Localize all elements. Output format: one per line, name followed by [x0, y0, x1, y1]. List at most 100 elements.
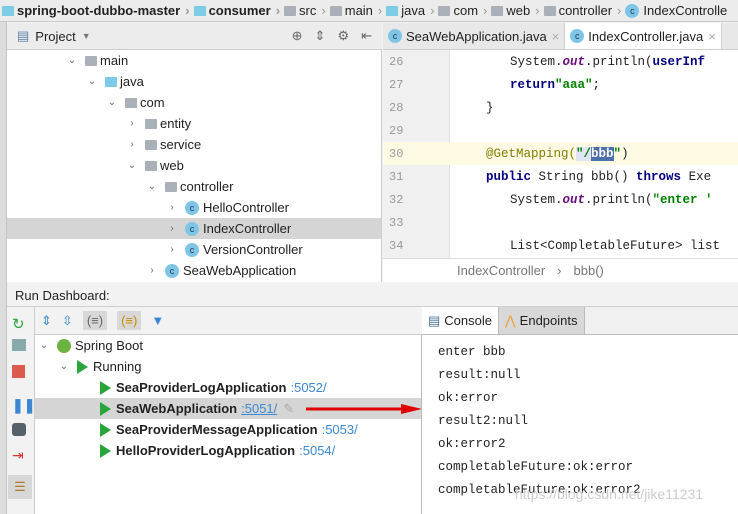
tree-item[interactable]: › c VersionController	[7, 239, 381, 260]
port-link[interactable]: :5053/	[322, 422, 358, 437]
project-view-icon: ▤	[17, 28, 30, 43]
group-running[interactable]: ⌄ Running	[35, 356, 421, 377]
crumb-src[interactable]: src ›	[282, 3, 328, 18]
tool-window-stripe[interactable]	[0, 22, 7, 514]
code-line[interactable]: 28}	[383, 96, 738, 119]
app-row-selected[interactable]: SeaWebApplication:5051/ ✎	[35, 398, 421, 419]
hide-icon[interactable]: ⇤	[361, 28, 372, 44]
code-line[interactable]: 32 System. out .println("enter '	[383, 188, 738, 211]
port-link[interactable]: :5052/	[290, 380, 326, 395]
crumb-class[interactable]: IndexController	[457, 263, 545, 278]
expand-all-icon[interactable]: ⇕	[41, 313, 52, 329]
rerun-icon[interactable]: ↻	[12, 315, 28, 333]
tree-item[interactable]: › c SeaWebApplication	[7, 260, 381, 281]
chevron-down-icon[interactable]: ⌄	[85, 76, 99, 87]
chevron-right-icon[interactable]: ›	[165, 202, 179, 213]
port-link[interactable]: :5054/	[299, 443, 335, 458]
collapse-icon[interactable]: ⇕	[315, 28, 326, 44]
tree-item-label: IndexController	[203, 221, 292, 236]
group-spring-boot[interactable]: ⌄ Spring Boot	[35, 335, 421, 356]
tree-item[interactable]: › service	[7, 134, 381, 155]
project-view-selector[interactable]: Project	[35, 29, 75, 44]
chevron-down-icon[interactable]: ⌄	[37, 340, 51, 351]
tab-indexcontroller[interactable]: c IndexController.java ×	[565, 23, 722, 49]
tree-item[interactable]: › c IndexController	[7, 218, 381, 239]
run-icon	[100, 380, 111, 395]
app-name: SeaProviderMessageApplication	[116, 422, 318, 437]
locate-icon[interactable]: ⊕	[292, 28, 303, 44]
chevron-down-icon[interactable]: ⌄	[125, 160, 139, 171]
chevron-right-icon[interactable]: ›	[145, 265, 159, 276]
crumb-main[interactable]: main ›	[328, 3, 385, 18]
crumb-java[interactable]: java ›	[384, 3, 436, 18]
crumb-class[interactable]: c IndexControlle	[623, 3, 729, 18]
tree-item[interactable]: ⌄ web	[7, 155, 381, 176]
app-row[interactable]: SeaProviderMessageApplication :5053/	[35, 419, 421, 440]
close-icon[interactable]: ×	[552, 29, 560, 44]
close-icon[interactable]: ×	[708, 29, 716, 44]
crumb-method[interactable]: bbb()	[574, 263, 604, 278]
camera-icon[interactable]	[12, 423, 26, 436]
crumb-label: spring-boot-dubbo-master	[17, 3, 181, 18]
folder-icon	[85, 55, 97, 66]
collapse-all-icon[interactable]: ⇳	[62, 313, 73, 329]
chevron-down-icon[interactable]: ⌄	[145, 181, 159, 192]
tree-item[interactable]: ⌄ main	[7, 50, 381, 71]
tab-seawebapplication[interactable]: c SeaWebApplication.java ×	[383, 23, 566, 49]
chevron-right-icon[interactable]: ›	[165, 223, 179, 234]
crumb-label: main	[344, 3, 373, 18]
code-line[interactable]: 29	[383, 119, 738, 142]
tree-item[interactable]: ⌄ controller	[7, 176, 381, 197]
group-by-config-icon[interactable]: (≡)	[82, 311, 108, 330]
chevron-right-icon[interactable]: ›	[125, 139, 139, 150]
folder-icon	[105, 76, 117, 87]
tree-item[interactable]: › c HelloController	[7, 197, 381, 218]
crumb-com[interactable]: com ›	[436, 3, 489, 18]
app-row[interactable]: HelloProviderLogApplication:5054/	[35, 440, 421, 461]
tree-item[interactable]: › entity	[7, 113, 381, 134]
dropdown-icon[interactable]: ▼	[82, 31, 91, 41]
tree-item[interactable]: ⌄ com	[7, 92, 381, 113]
tree-item[interactable]: ⌄ java	[7, 71, 381, 92]
package-icon	[165, 181, 177, 192]
chevron-right-icon[interactable]: ›	[125, 118, 139, 129]
crumb-project[interactable]: spring-boot-dubbo-master ›	[0, 3, 192, 18]
exit-icon[interactable]: ⇥	[12, 447, 28, 463]
gear-icon[interactable]: ⚙	[337, 28, 349, 44]
filter-icon[interactable]: ▼	[151, 313, 164, 328]
pencil-icon[interactable]: ✎	[283, 401, 294, 417]
tab-console[interactable]: ▤ Console	[422, 307, 499, 334]
code-line[interactable]: 34 List<CompletableFuture> list	[383, 234, 738, 257]
group-icon[interactable]: ☰	[8, 475, 32, 499]
app-row[interactable]: SeaProviderLogApplication:5052/	[35, 377, 421, 398]
pause-icon[interactable]: ❚❚	[12, 397, 35, 413]
code-line[interactable]: 26 System. out .println(userInf	[383, 50, 738, 73]
project-panel-header: ▤ Project ▼ ⊕ ⇕ ⚙ ⇤	[7, 23, 382, 50]
code-line[interactable]: 27 return "aaa";	[383, 73, 738, 96]
debug-icon[interactable]	[12, 339, 26, 351]
port-link[interactable]: :5051/	[241, 401, 277, 416]
chevron-down-icon[interactable]: ⌄	[105, 97, 119, 108]
navigation-breadcrumb: spring-boot-dubbo-master › consumer › src ›…	[0, 0, 738, 22]
stop-icon[interactable]	[12, 365, 25, 378]
tab-label: Console	[444, 313, 492, 328]
chevron-down-icon[interactable]: ⌄	[57, 361, 71, 372]
package-icon	[145, 139, 157, 150]
run-icon	[100, 443, 111, 458]
group-by-type-icon[interactable]: (≡)	[117, 311, 142, 330]
crumb-web[interactable]: web ›	[489, 3, 541, 18]
tree-item-label: main	[100, 53, 129, 68]
crumb-controller[interactable]: controller ›	[542, 3, 624, 18]
tree-item-label: VersionController	[203, 242, 303, 257]
code-line-current[interactable]: 30 @GetMapping("/bbb ")	[383, 142, 738, 165]
watermark: https://blog.csdn.net/jike11231	[515, 486, 704, 502]
console-icon: ▤	[428, 312, 441, 328]
code-line[interactable]: 33	[383, 211, 738, 234]
chevron-right-icon[interactable]: ›	[165, 244, 179, 255]
crumb-module[interactable]: consumer ›	[192, 3, 282, 18]
code-line[interactable]: 31 public String bbb() throws Exe	[383, 165, 738, 188]
crumb-label: web	[506, 3, 531, 18]
chevron-down-icon[interactable]: ⌄	[65, 55, 79, 66]
app-name: HelloProviderLogApplication	[116, 443, 296, 458]
tab-endpoints[interactable]: ⋀ Endpoints	[499, 307, 585, 334]
